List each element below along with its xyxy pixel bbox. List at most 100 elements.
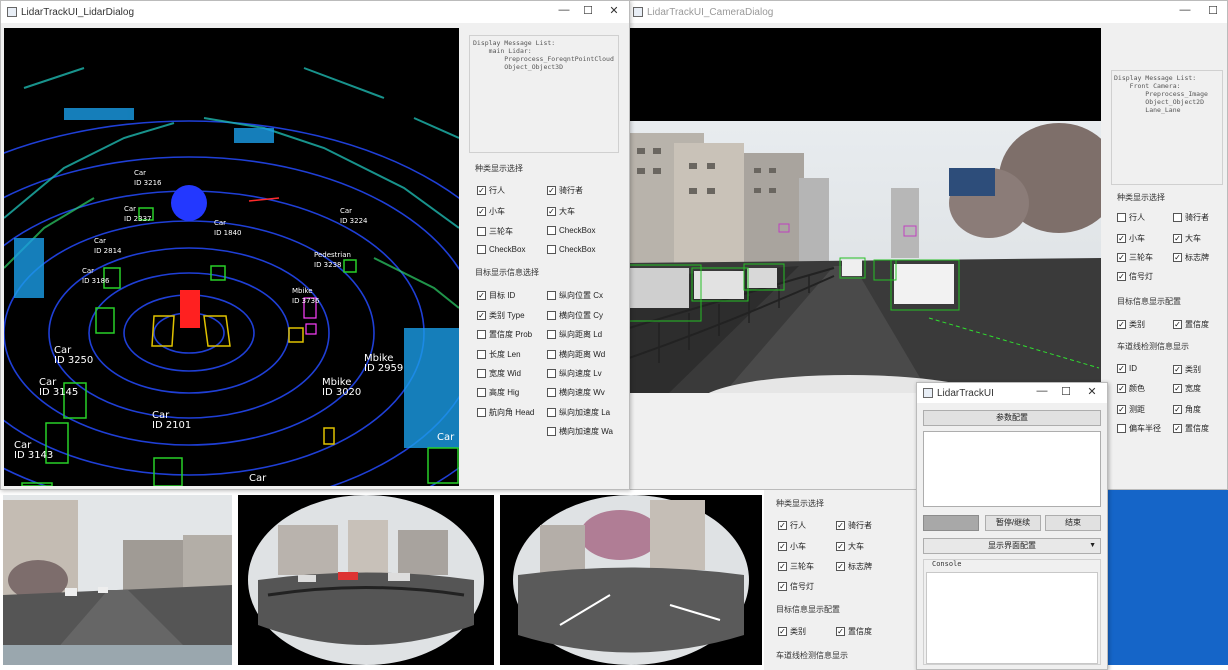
start-button[interactable] (923, 515, 979, 531)
checkmark-icon[interactable]: ✓ (1173, 253, 1182, 262)
camera-cb-cyclist[interactable]: 骑行者 (1173, 212, 1209, 223)
lidar-cb-checkbox-2[interactable]: CheckBox (477, 245, 525, 254)
checkmark-icon[interactable]: ✓ (477, 291, 486, 300)
checkmark-icon[interactable]: ✓ (1173, 424, 1182, 433)
minimize-icon[interactable]: — (553, 4, 575, 20)
checkmark-icon[interactable]: ✓ (1173, 365, 1182, 374)
lidar-cb-info-cx[interactable]: 纵向位置 Cx (547, 290, 603, 301)
camera-cb-sign[interactable]: ✓ 标志牌 (1173, 252, 1209, 263)
checkmark-icon[interactable]: ✓ (778, 521, 787, 530)
checkmark-icon[interactable]: ✓ (1173, 234, 1182, 243)
camera-cb-lane-class[interactable]: ✓ 类别 (1173, 364, 1201, 375)
checkbox-icon[interactable] (547, 427, 556, 436)
exit-button[interactable]: 结束 (1045, 515, 1101, 531)
surround-cb-truck[interactable]: ✓ 大车 (836, 541, 864, 552)
lidar-cb-info-cy[interactable]: 横向位置 Cy (547, 310, 603, 321)
checkmark-icon[interactable]: ✓ (1117, 272, 1126, 281)
surround-cb-sign[interactable]: ✓ 标志牌 (836, 561, 872, 572)
checkbox-icon[interactable] (477, 350, 486, 359)
param-config-button[interactable]: 参数配置 (923, 410, 1101, 426)
checkbox-icon[interactable] (477, 227, 486, 236)
surround-cb-tricycle[interactable]: ✓ 三轮车 (778, 561, 814, 572)
lidar-dialog-titlebar[interactable]: LidarTrackUI_LidarDialog — ☐ ✕ (1, 1, 629, 23)
lidar-cb-truck[interactable]: ✓ 大车 (547, 206, 575, 217)
checkmark-icon[interactable]: ✓ (477, 186, 486, 195)
checkmark-icon[interactable]: ✓ (547, 207, 556, 216)
lidar-cb-car[interactable]: ✓ 小车 (477, 206, 505, 217)
checkbox-icon[interactable] (1117, 424, 1126, 433)
checkmark-icon[interactable]: ✓ (836, 542, 845, 551)
lidar-cb-info-lv[interactable]: 纵向速度 Lv (547, 368, 602, 379)
checkmark-icon[interactable]: ✓ (1173, 384, 1182, 393)
checkbox-icon[interactable] (1117, 213, 1126, 222)
lidar-cb-info-wd[interactable]: 横向距离 Wd (547, 349, 605, 360)
checkbox-icon[interactable] (477, 245, 486, 254)
camera-cb-info-confidence[interactable]: ✓ 置信度 (1173, 319, 1209, 330)
checkmark-icon[interactable]: ✓ (1117, 234, 1126, 243)
checkmark-icon[interactable]: ✓ (778, 582, 787, 591)
camera-cb-lane-distance[interactable]: ✓ 测距 (1117, 404, 1145, 415)
close-icon[interactable]: ✕ (603, 4, 625, 20)
checkbox-icon[interactable] (547, 350, 556, 359)
lidar-cb-info-prob[interactable]: 置信度 Prob (477, 329, 532, 340)
camera-cb-car[interactable]: ✓ 小车 (1117, 233, 1145, 244)
camera-cb-pedestrian[interactable]: 行人 (1117, 212, 1145, 223)
lidar-cb-info-wid[interactable]: 宽度 Wid (477, 368, 521, 379)
checkmark-icon[interactable]: ✓ (836, 627, 845, 636)
checkbox-icon[interactable] (547, 330, 556, 339)
camera-cb-info-class[interactable]: ✓ 类别 (1117, 319, 1145, 330)
param-text-area[interactable] (923, 431, 1101, 507)
checkmark-icon[interactable]: ✓ (778, 562, 787, 571)
control-dialog-titlebar[interactable]: LidarTrackUI — ☐ ✕ (917, 383, 1107, 403)
pause-resume-button[interactable]: 暂停/继续 (985, 515, 1041, 531)
lidar-cb-cyclist[interactable]: ✓ 骑行者 (547, 185, 583, 196)
surround-cb-cyclist[interactable]: ✓ 骑行者 (836, 520, 872, 531)
checkbox-icon[interactable] (547, 408, 556, 417)
lidar-cb-info-len[interactable]: 长度 Len (477, 349, 521, 360)
checkmark-icon[interactable]: ✓ (1117, 320, 1126, 329)
checkmark-icon[interactable]: ✓ (547, 186, 556, 195)
camera-cb-lane-width[interactable]: ✓ 宽度 (1173, 383, 1201, 394)
checkmark-icon[interactable]: ✓ (1173, 320, 1182, 329)
surround-cb-pedestrian[interactable]: ✓ 行人 (778, 520, 806, 531)
surround-cb-info-class[interactable]: ✓ 类别 (778, 626, 806, 637)
lidar-cb-pedestrian[interactable]: ✓ 行人 (477, 185, 505, 196)
checkmark-icon[interactable]: ✓ (1117, 364, 1126, 373)
lidar-cb-info-wa[interactable]: 横向加速度 Wa (547, 426, 613, 437)
lidar-cb-checkbox-1[interactable]: CheckBox (547, 226, 595, 235)
camera-cb-truck[interactable]: ✓ 大车 (1173, 233, 1201, 244)
checkbox-icon[interactable] (477, 388, 486, 397)
camera-cb-lane-confidence[interactable]: ✓ 置信度 (1173, 423, 1209, 434)
lidar-cb-checkbox-3[interactable]: CheckBox (547, 245, 595, 254)
lidar-cb-info-la[interactable]: 纵向加速度 La (547, 407, 610, 418)
lidar-cb-info-id[interactable]: ✓ 目标 ID (477, 290, 515, 301)
camera-cb-traffic-light[interactable]: ✓ 信号灯 (1117, 271, 1153, 282)
console-output[interactable] (926, 572, 1098, 664)
lidar-cb-info-head[interactable]: 航向角 Head (477, 407, 534, 418)
maximize-icon[interactable]: ☐ (1055, 385, 1077, 401)
checkbox-icon[interactable] (547, 245, 556, 254)
minimize-icon[interactable]: — (1174, 4, 1196, 20)
lidar-cb-info-wv[interactable]: 横向速度 Wv (547, 387, 605, 398)
checkmark-icon[interactable]: ✓ (477, 207, 486, 216)
checkmark-icon[interactable]: ✓ (1117, 405, 1126, 414)
lidar-cb-info-hig[interactable]: 高度 Hig (477, 387, 519, 398)
lidar-cb-info-ld[interactable]: 纵向距离 Ld (547, 329, 602, 340)
checkmark-icon[interactable]: ✓ (1117, 384, 1126, 393)
maximize-icon[interactable]: ☐ (1202, 4, 1224, 20)
checkbox-icon[interactable] (547, 291, 556, 300)
camera-cb-lane-radius[interactable]: 偏车半径 (1117, 423, 1161, 434)
close-icon[interactable]: ✕ (1081, 385, 1103, 401)
checkmark-icon[interactable]: ✓ (836, 521, 845, 530)
camera-cb-lane-color[interactable]: ✓ 颜色 (1117, 383, 1145, 394)
checkmark-icon[interactable]: ✓ (836, 562, 845, 571)
checkmark-icon[interactable]: ✓ (778, 627, 787, 636)
checkmark-icon[interactable]: ✓ (1173, 405, 1182, 414)
lidar-cb-tricycle[interactable]: 三轮车 (477, 226, 513, 237)
checkbox-icon[interactable] (1173, 213, 1182, 222)
minimize-icon[interactable]: — (1031, 385, 1053, 401)
lidar-cb-info-type[interactable]: ✓ 类别 Type (477, 310, 525, 321)
surround-cb-car[interactable]: ✓ 小车 (778, 541, 806, 552)
maximize-icon[interactable]: ☐ (577, 4, 599, 20)
camera-cb-tricycle[interactable]: ✓ 三轮车 (1117, 252, 1153, 263)
